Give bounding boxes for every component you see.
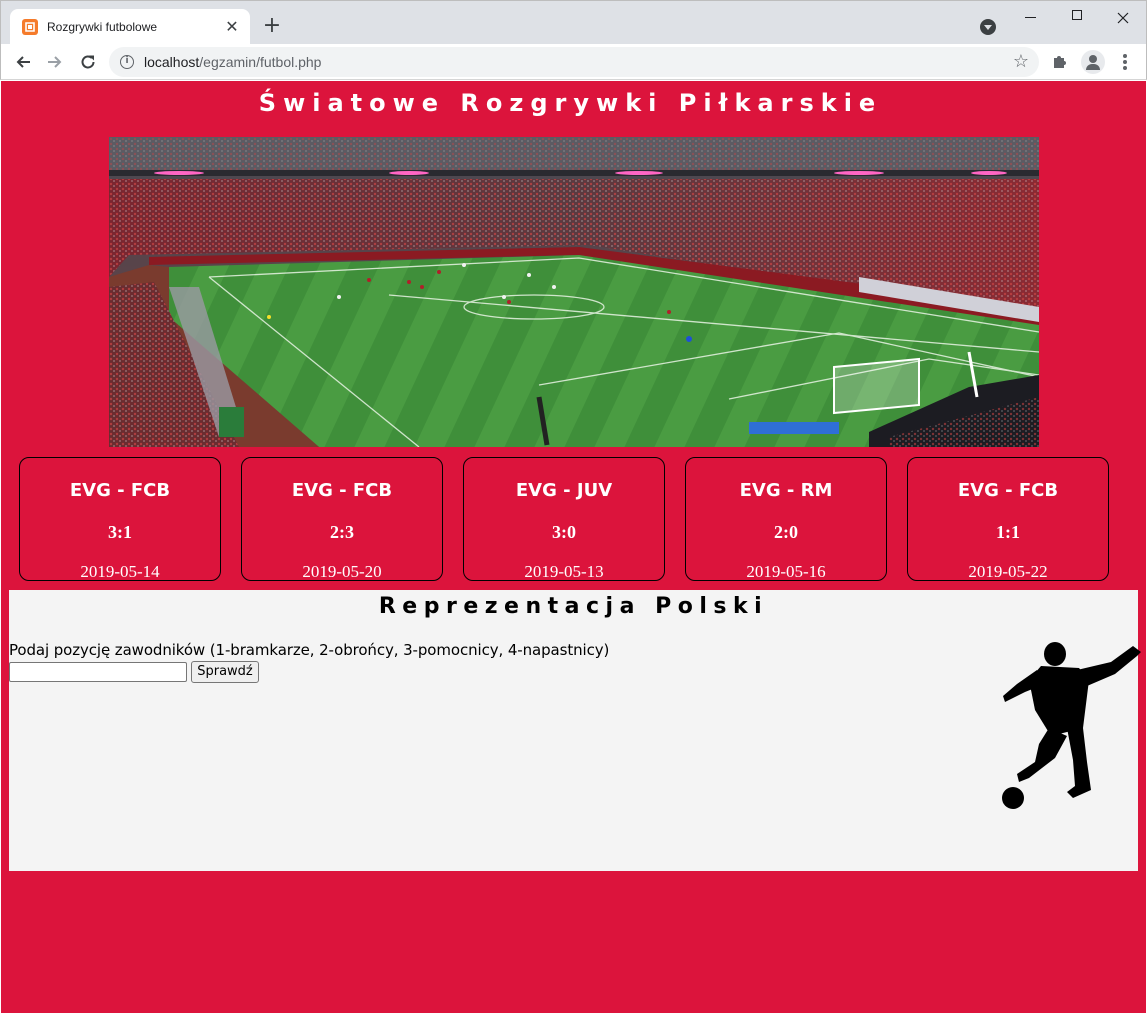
url-path: /egzamin/futbol.php: [199, 54, 322, 70]
arrow-right-icon[interactable]: [43, 50, 67, 74]
match-teams: EVG - RM: [739, 480, 833, 501]
match-teams: EVG - FCB: [69, 480, 171, 501]
match-date: 2019-05-13: [524, 562, 604, 581]
match-card: EVG - FCB 2:3 2019-05-20: [241, 457, 443, 581]
match-score: 1:1: [996, 522, 1020, 542]
kebab-menu-icon[interactable]: [1117, 53, 1133, 71]
new-tab-button[interactable]: +: [260, 15, 284, 39]
match-card: EVG - FCB 1:1 2019-05-22: [907, 457, 1109, 581]
address-bar[interactable]: i localhost/egzamin/futbol.php ☆: [109, 47, 1039, 77]
check-button[interactable]: Sprawdź: [191, 661, 259, 683]
browser-tab[interactable]: Rozgrywki futbolowe ✕: [10, 9, 250, 45]
tab-strip: Rozgrywki futbolowe ✕ +: [0, 0, 1147, 45]
url-text[interactable]: localhost/egzamin/futbol.php: [144, 54, 321, 70]
football-player-silhouette: [1002, 642, 1141, 809]
section-title: Reprezentacja Polski: [378, 594, 769, 619]
match-score: 2:3: [330, 522, 354, 542]
match-teams: EVG - JUV: [515, 480, 613, 501]
match-date: 2019-05-20: [302, 562, 382, 581]
match-date: 2019-05-22: [968, 562, 1048, 581]
tab-search-icon[interactable]: [980, 19, 996, 35]
xampp-icon: [22, 19, 38, 35]
page-body: Światowe Rozgrywki Piłkarskie EVG - FCB …: [1, 81, 1146, 1013]
position-prompt: Podaj pozycję zawodników (1-bramkarze, 2…: [9, 641, 610, 659]
match-date: 2019-05-14: [80, 562, 160, 581]
match-score: 3:0: [552, 522, 576, 542]
stadium-image: [109, 137, 1039, 447]
reload-icon[interactable]: [76, 50, 100, 74]
tab-title: Rozgrywki futbolowe: [47, 20, 158, 34]
match-score: 3:1: [108, 522, 132, 542]
match-card: EVG - RM 2:0 2019-05-16: [685, 457, 887, 581]
star-icon[interactable]: ☆: [1013, 51, 1029, 72]
info-icon[interactable]: i: [120, 55, 134, 69]
avatar-icon[interactable]: [1081, 50, 1105, 74]
url-host: localhost: [144, 54, 200, 70]
team-section: Reprezentacja Polski Podaj pozycję zawod…: [9, 590, 1141, 871]
close-tab-icon[interactable]: ✕: [224, 19, 240, 35]
minimize-button[interactable]: [1007, 5, 1053, 29]
puzzle-icon[interactable]: [1051, 52, 1069, 70]
match-score: 2:0: [774, 522, 798, 542]
match-card: EVG - FCB 3:1 2019-05-14: [19, 457, 221, 581]
arrow-left-icon[interactable]: [11, 50, 35, 74]
match-teams: EVG - FCB: [291, 480, 393, 501]
close-window-button[interactable]: [1100, 5, 1146, 29]
position-input[interactable]: [9, 662, 187, 682]
match-teams: EVG - FCB: [957, 480, 1059, 501]
page-title: Światowe Rozgrywki Piłkarskie: [258, 89, 883, 117]
match-date: 2019-05-16: [746, 562, 826, 581]
browser-toolbar: i localhost/egzamin/futbol.php ☆: [0, 44, 1147, 80]
maximize-button[interactable]: [1054, 5, 1100, 29]
match-card: EVG - JUV 3:0 2019-05-13: [463, 457, 665, 581]
